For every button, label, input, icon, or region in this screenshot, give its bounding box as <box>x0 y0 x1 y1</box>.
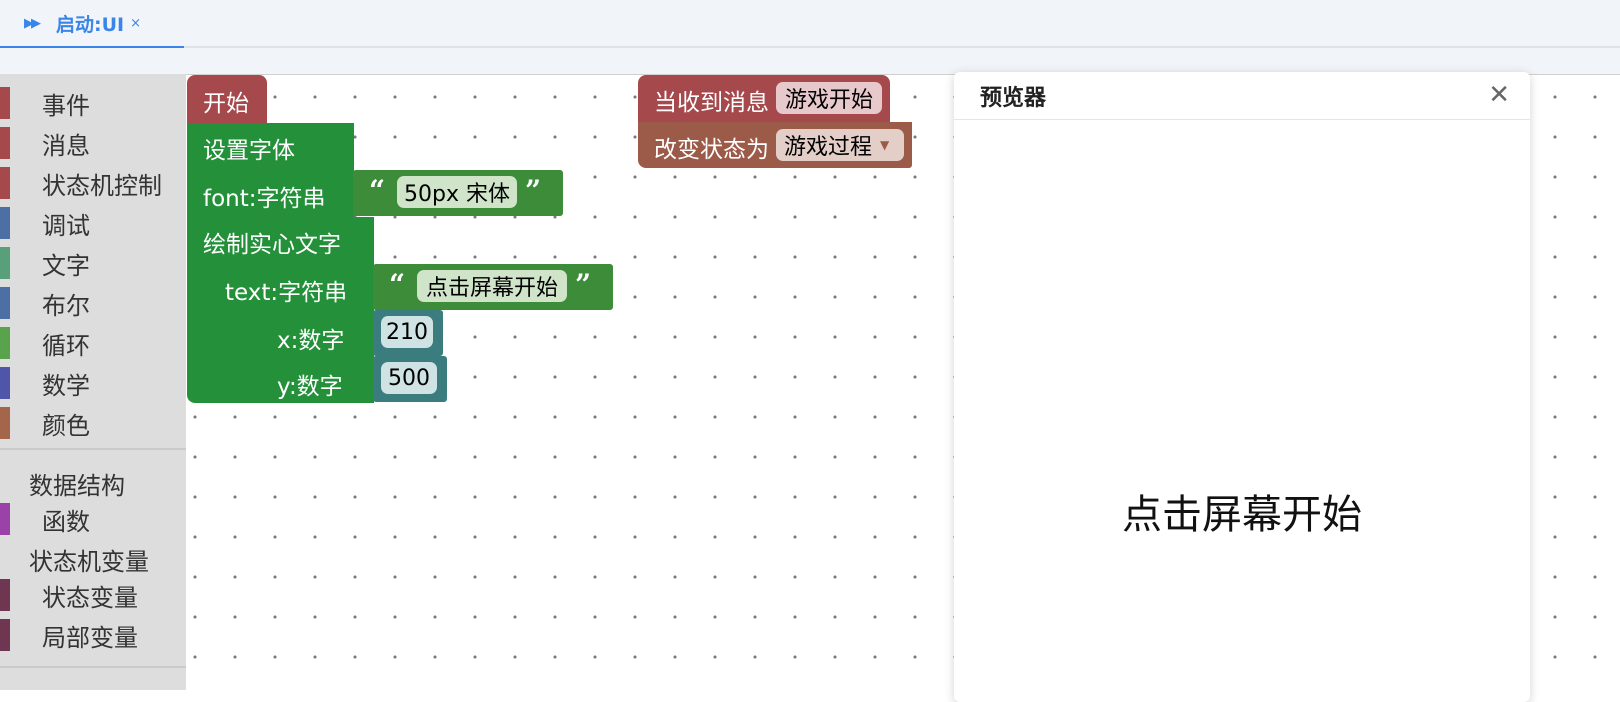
toolbox-category-event[interactable]: 事件 <box>0 82 186 122</box>
category-label: 循环 <box>42 332 90 360</box>
text-string-field[interactable]: 点击屏幕开始 <box>417 270 567 302</box>
preview-panel: 预览器 ✕ 点击屏幕开始 <box>954 72 1530 702</box>
close-quote: ” <box>575 268 592 301</box>
category-label: 消息 <box>42 132 90 160</box>
category-color-swatch <box>0 207 10 239</box>
tab-close-icon[interactable]: × <box>130 16 141 31</box>
font-string-field[interactable]: 50px 宋体 <box>397 176 517 208</box>
state-dropdown[interactable]: 游戏过程 ▼ <box>776 129 904 161</box>
block-toolbox: 事件 消息 状态机控制 调试 文字 布尔 循环 数学 颜色 数据结构 函数 状态… <box>0 74 186 690</box>
close-quote: ” <box>525 174 542 207</box>
category-color-swatch <box>0 367 10 399</box>
category-color-swatch <box>0 327 10 359</box>
on-message-received-block[interactable]: 当收到消息 游戏开始 <box>638 75 890 122</box>
toolbox-category-fsm-control[interactable]: 状态机控制 <box>0 162 186 202</box>
toolbox-category-data-structure[interactable]: 数据结构 <box>29 466 125 501</box>
toolbox-category-functions[interactable]: 函数 <box>0 498 186 538</box>
set-font-block[interactable]: 设置字体 font:字符串 <box>187 123 354 217</box>
toolbox-category-color[interactable]: 颜色 <box>0 402 186 442</box>
category-color-swatch <box>0 247 10 279</box>
preview-canvas-text: 点击屏幕开始 <box>1122 492 1362 538</box>
y-number-block[interactable]: 500 <box>373 356 447 402</box>
category-label: 颜色 <box>42 412 90 440</box>
preview-header: 预览器 ✕ <box>954 72 1530 120</box>
block-label: 改变状态为 <box>654 137 769 163</box>
toolbox-category-text[interactable]: 文字 <box>0 242 186 282</box>
param-label-y: y:数字 <box>277 374 343 400</box>
tab-startup-ui[interactable]: ▶▶ 启动:UI × <box>0 0 184 48</box>
category-color-swatch <box>0 167 10 199</box>
category-label: 布尔 <box>42 292 90 320</box>
start-event-block[interactable]: 开始 <box>187 75 267 123</box>
category-label: 事件 <box>42 92 90 120</box>
font-string-block[interactable]: “ 50px 宋体 ” <box>353 170 563 216</box>
category-color-swatch <box>0 619 10 651</box>
draw-filled-text-block[interactable]: 绘制实心文字 text:字符串 x:数字 y:数字 <box>187 217 374 403</box>
toolbox-category-message[interactable]: 消息 <box>0 122 186 162</box>
toolbox-category-local-variable[interactable]: 局部变量 <box>0 614 186 654</box>
toolbox-category-state-variable[interactable]: 状态变量 <box>0 574 186 614</box>
category-label: 函数 <box>42 508 90 536</box>
x-number-field[interactable]: 210 <box>381 316 433 348</box>
preview-title: 预览器 <box>980 86 1047 111</box>
block-label: 绘制实心文字 <box>203 232 341 258</box>
block-label: 设置字体 <box>203 138 295 164</box>
category-color-swatch <box>0 87 10 119</box>
category-label: 数学 <box>42 372 90 400</box>
toolbox-category-fsm-variables[interactable]: 状态机变量 <box>29 542 149 577</box>
category-color-swatch <box>0 407 10 439</box>
param-label-x: x:数字 <box>277 328 345 354</box>
open-quote: “ <box>389 268 406 301</box>
tab-bar: ▶▶ 启动:UI × <box>0 0 1620 48</box>
play-forward-icon: ▶▶ <box>24 15 41 31</box>
message-name-field[interactable]: 游戏开始 <box>776 82 882 114</box>
category-color-swatch <box>0 127 10 159</box>
toolbox-category-loop[interactable]: 循环 <box>0 322 186 362</box>
y-number-field[interactable]: 500 <box>381 362 437 394</box>
dropdown-arrow-icon: ▼ <box>880 138 890 152</box>
toolbox-category-math[interactable]: 数学 <box>0 362 186 402</box>
text-string-block[interactable]: “ 点击屏幕开始 ” <box>373 264 613 310</box>
toolbox-separator <box>0 666 186 668</box>
state-dropdown-value: 游戏过程 <box>784 135 873 160</box>
block-label: 当收到消息 <box>654 90 769 116</box>
param-label-font: font:字符串 <box>203 186 326 212</box>
toolbar-strip <box>0 48 1620 74</box>
category-label: 状态机控制 <box>42 172 162 200</box>
close-icon[interactable]: ✕ <box>1488 82 1510 108</box>
category-color-swatch <box>0 503 10 535</box>
tab-label: 启动:UI <box>56 13 125 36</box>
category-label: 局部变量 <box>42 624 138 652</box>
category-label: 状态变量 <box>42 584 138 612</box>
toolbox-category-debug[interactable]: 调试 <box>0 202 186 242</box>
category-color-swatch <box>0 287 10 319</box>
category-label: 文字 <box>42 252 90 280</box>
param-label-text: text:字符串 <box>225 280 348 306</box>
x-number-block[interactable]: 210 <box>373 310 443 356</box>
open-quote: “ <box>369 174 386 207</box>
category-color-swatch <box>0 579 10 611</box>
change-state-block[interactable]: 改变状态为 游戏过程 ▼ <box>638 122 912 168</box>
block-label: 开始 <box>203 91 249 117</box>
toolbox-separator <box>0 448 186 450</box>
category-label: 调试 <box>42 212 90 240</box>
toolbox-category-boolean[interactable]: 布尔 <box>0 282 186 322</box>
